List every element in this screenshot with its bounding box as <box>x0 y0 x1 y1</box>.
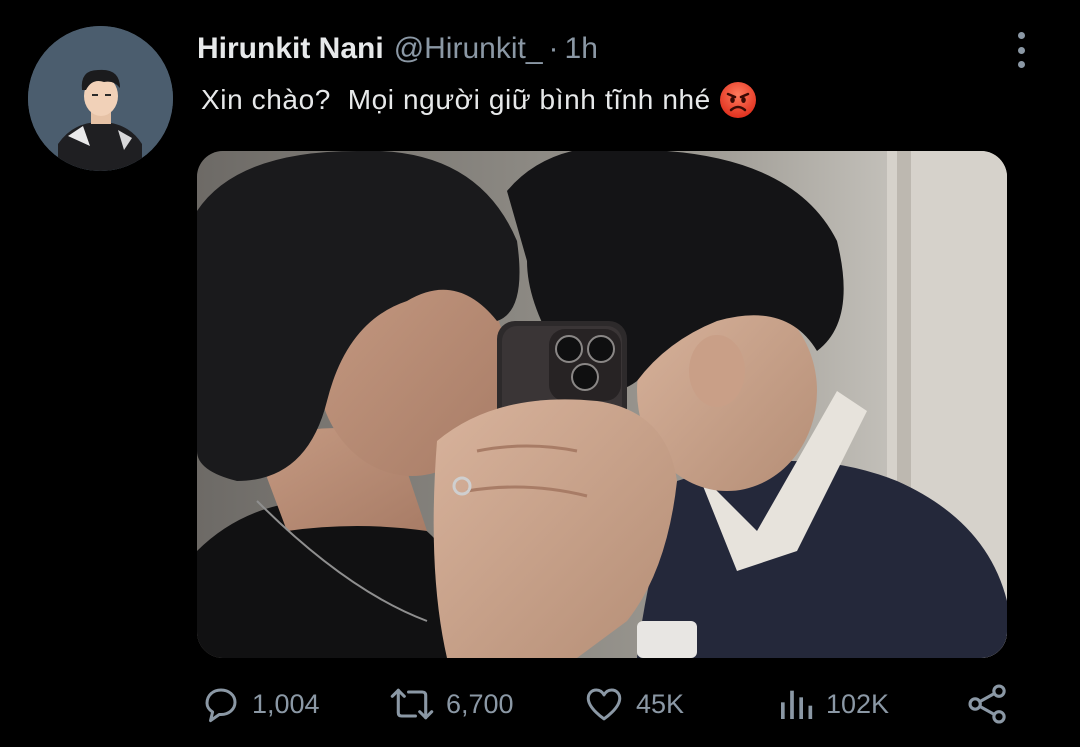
retweet-count: 6,700 <box>446 688 514 719</box>
like-button[interactable]: 45K <box>582 676 684 732</box>
views-button[interactable]: 102K <box>776 676 889 732</box>
like-count: 45K <box>636 688 685 719</box>
avatar[interactable] <box>28 26 173 171</box>
separator-dot: · <box>548 32 559 65</box>
tweet-media-photo[interactable] <box>197 151 1007 658</box>
reply-icon <box>205 688 237 723</box>
tweet-actions-bar: 1,004 6,700 45K 102K <box>0 676 1080 732</box>
timestamp[interactable]: 1h <box>565 28 598 70</box>
like-icon <box>586 688 622 721</box>
tweet-text: Xin chào? Mọi người giữ bình tĩnh nhé <box>201 84 711 115</box>
photo-illustration <box>197 151 1007 658</box>
retweet-button[interactable]: 6,700 <box>388 676 514 732</box>
more-vertical-icon[interactable] <box>1006 32 1036 68</box>
retweet-icon <box>390 688 434 720</box>
avatar-illustration <box>28 26 173 171</box>
reply-count: 1,004 <box>252 688 320 719</box>
display-name[interactable]: Hirunkit Nani <box>197 28 384 70</box>
share-icon <box>968 684 1006 724</box>
tweet-header: Hirunkit Nani @Hirunkit_ · 1h <box>197 28 598 70</box>
reply-button[interactable]: 1,004 <box>200 676 320 732</box>
tweet-text-row: Xin chào? Mọi người giữ bình tĩnh nhé <box>201 78 757 122</box>
user-handle[interactable]: @Hirunkit_ <box>394 28 543 70</box>
share-button[interactable] <box>966 676 1010 732</box>
views-count: 102K <box>826 688 890 719</box>
angry-face-icon <box>719 82 756 118</box>
views-icon <box>781 690 813 719</box>
